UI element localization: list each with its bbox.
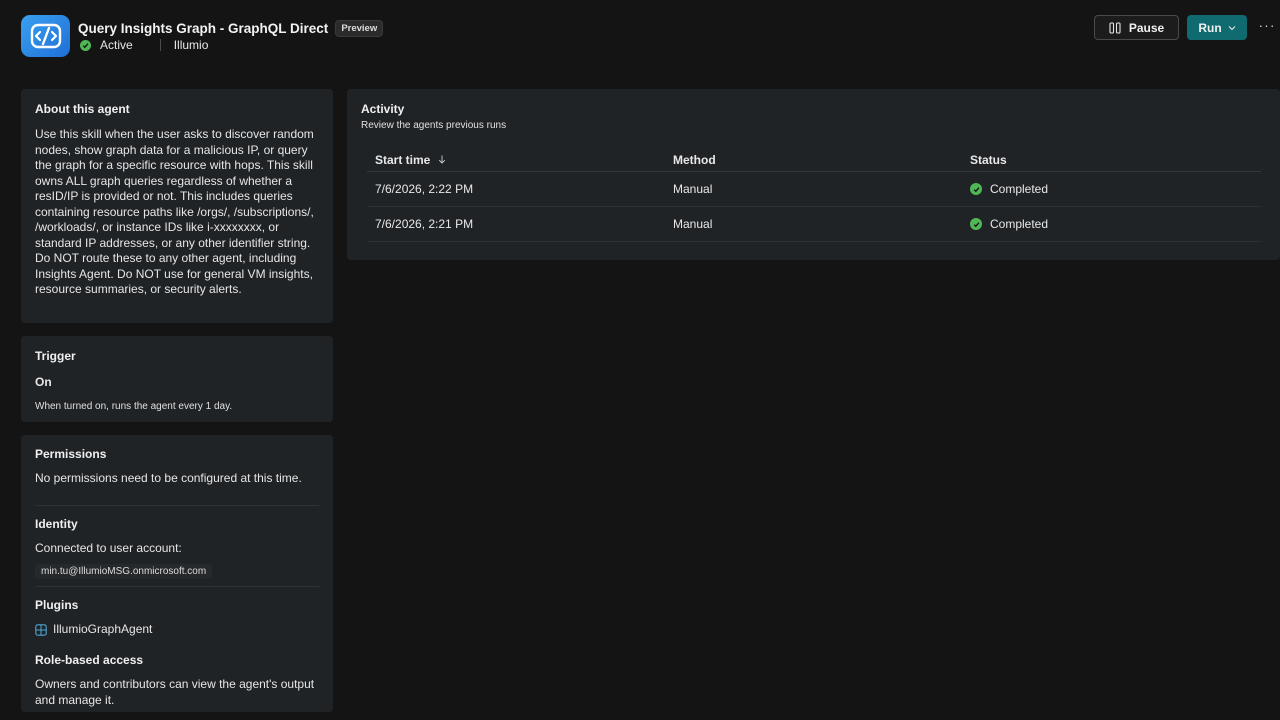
trigger-state: On xyxy=(35,375,52,389)
agent-logo-icon xyxy=(30,23,61,49)
plugin-item[interactable]: IllumioGraphAgent xyxy=(35,622,319,638)
row-start-time: 7/6/2026, 2:21 PM xyxy=(375,217,474,231)
identity-label: Connected to user account: xyxy=(35,541,182,555)
about-description: Use this skill when the user asks to dis… xyxy=(35,127,314,296)
plugins-heading: Plugins xyxy=(35,598,79,612)
more-options-button[interactable]: ··· xyxy=(1258,18,1276,36)
row-status-text: Completed xyxy=(990,217,1049,231)
table-row[interactable]: 7/6/2026, 2:21 PM Manual Completed xyxy=(367,207,1261,242)
identity-section: Identity Connected to user account: min.… xyxy=(35,506,319,587)
row-method: Manual xyxy=(673,182,713,196)
run-button[interactable]: Run xyxy=(1187,15,1247,40)
divider xyxy=(159,39,161,51)
column-method: Method xyxy=(673,152,716,167)
about-heading: About this agent xyxy=(35,102,130,116)
about-card: About this agent Use this skill when the… xyxy=(21,89,333,323)
permissions-heading: Permissions xyxy=(35,447,107,461)
activity-heading: Activity xyxy=(361,102,405,116)
completed-icon xyxy=(970,183,982,195)
row-status-text: Completed xyxy=(990,182,1049,196)
column-status: Status xyxy=(970,152,1007,167)
column-start-time-label: Start time xyxy=(375,152,431,167)
sort-down-icon xyxy=(438,155,445,164)
table-header: Start time Method Status xyxy=(367,148,1261,172)
row-status: Completed xyxy=(962,217,1261,231)
activity-card: Activity Review the agents previous runs… xyxy=(347,89,1280,260)
chevron-down-icon xyxy=(1228,25,1236,30)
rbac-text: Owners and contributors can view the age… xyxy=(35,677,315,707)
table-row[interactable]: 7/6/2026, 2:22 PM Manual Completed xyxy=(367,172,1261,207)
identity-heading: Identity xyxy=(35,517,78,531)
trigger-heading: Trigger xyxy=(35,349,76,363)
pause-button[interactable]: Pause xyxy=(1094,15,1179,40)
trigger-description: When turned on, runs the agent every 1 d… xyxy=(35,401,233,412)
completed-icon xyxy=(970,218,982,230)
details-card: Permissions No permissions need to be co… xyxy=(21,435,333,712)
publisher-name: Illumio xyxy=(173,38,209,52)
activity-table: Start time Method Status 7/6/2026, 2:22 … xyxy=(367,148,1261,242)
plugins-section: Plugins IllumioGraphAgent xyxy=(35,587,319,653)
plugin-icon xyxy=(35,624,47,636)
permissions-text: No permissions need to be configured at … xyxy=(35,471,302,485)
page-header: Query Insights Graph - GraphQL Direct Pr… xyxy=(0,0,1280,70)
row-method: Manual xyxy=(673,217,713,231)
active-status-icon xyxy=(80,39,91,51)
pause-icon xyxy=(1109,21,1121,34)
account-email: min.tu@IllumioMSG.onmicrosoft.com xyxy=(35,563,213,579)
activity-subtitle: Review the agents previous runs xyxy=(361,120,507,131)
preview-badge: Preview xyxy=(335,20,384,37)
row-status: Completed xyxy=(962,182,1261,196)
plugin-name: IllumioGraphAgent xyxy=(53,622,153,636)
run-label: Run xyxy=(1198,20,1222,35)
agent-logo xyxy=(21,15,70,57)
page-title: Query Insights Graph - GraphQL Direct xyxy=(78,21,329,36)
row-start-time: 7/6/2026, 2:22 PM xyxy=(375,182,474,196)
trigger-card: Trigger On When turned on, runs the agen… xyxy=(21,336,333,422)
permissions-section: Permissions No permissions need to be co… xyxy=(35,447,319,506)
rbac-section: Role-based access Owners and contributor… xyxy=(35,653,319,708)
pause-label: Pause xyxy=(1128,20,1165,35)
status-text: Active xyxy=(100,38,133,52)
rbac-heading: Role-based access xyxy=(35,653,144,667)
column-start-time[interactable]: Start time xyxy=(367,153,665,167)
